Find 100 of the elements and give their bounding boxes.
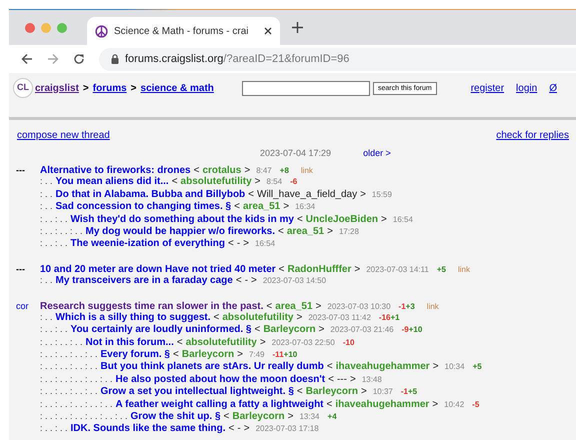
thread-indent: : . . — [40, 274, 53, 287]
post-title-link[interactable]: You certainly are loudly uninformed. § — [70, 324, 252, 337]
vote-score: -16+1 — [378, 312, 400, 324]
thread-indent: : . . — [40, 200, 53, 213]
tab-title: Science & Math - forums - crai — [114, 24, 250, 38]
thread-indent: : . . : . . : . . : . . — [40, 348, 98, 360]
author-bracket: < — [278, 226, 284, 238]
reload-icon[interactable] — [73, 53, 85, 65]
author-bracket: > — [432, 398, 438, 412]
author-bracket: < — [228, 238, 234, 251]
author-bracket: > — [296, 312, 302, 324]
author-bracket: < — [172, 176, 178, 189]
post-title-link[interactable]: Wish they'd do something about the kids in my — [70, 214, 294, 226]
author-bracket: > — [237, 349, 243, 362]
compose-link[interactable]: compose new thread — [17, 128, 110, 143]
thread-indent: : . . — [40, 188, 53, 200]
browser-tab[interactable]: Science & Math - forums - crai — [87, 17, 280, 45]
author-bracket: > — [244, 423, 250, 436]
vote-score: -11+10 — [272, 349, 298, 362]
logo[interactable]: CL — [13, 78, 33, 98]
author-bracket: < — [173, 349, 179, 362]
author-bracket: > — [244, 165, 250, 176]
address-bar[interactable]: forums.craigslist.org/?areaID=21&forumID=96 — [99, 48, 576, 70]
close-window-button[interactable] — [25, 22, 35, 32]
breadcrumb-link[interactable]: craigslist — [35, 80, 79, 96]
thread-indent: : . . : . . : . . — [40, 336, 83, 348]
author-bracket: < — [326, 361, 333, 374]
post-title-link[interactable]: 10 and 20 meter are down Have not tried 40 meter — [40, 264, 276, 276]
post-title-link[interactable]: He also posted about how the moon doesn't — [116, 374, 326, 386]
post-title-link[interactable]: Grow a set you intellectual lightweight. § — [100, 386, 294, 399]
header-link[interactable]: login — [516, 80, 538, 96]
thread-indent: : . . — [40, 310, 53, 324]
vote-score: +5 — [472, 361, 482, 374]
thread-tag-link[interactable]: cor — [16, 300, 29, 311]
thread-indent: : . . : . . : . . : . . : . . — [40, 372, 113, 386]
post-title-link[interactable]: Sad concession to changing times. § — [56, 201, 232, 214]
author-bracket: > — [360, 188, 366, 202]
author-bracket: > — [243, 238, 250, 251]
forward-icon[interactable] — [47, 53, 59, 65]
thread-marker: --- — [16, 264, 25, 274]
post-title-link[interactable]: Grow the shit up. § — [130, 411, 221, 424]
post-title-link[interactable]: A feather weight calling a fatty a lightweight — [116, 398, 324, 412]
author-bracket: > — [288, 411, 294, 424]
post-title-link[interactable]: Which is a silly thing to suggest. — [56, 312, 211, 324]
post-time: 2023-07-03 21:46 — [330, 324, 394, 336]
post-time: 2023-07-03 22:50 — [272, 336, 335, 349]
post-time: 17:28 — [338, 226, 359, 238]
post-time: 13:48 — [362, 374, 382, 386]
vote-score: +4 — [328, 411, 337, 424]
post-title-link[interactable]: You mean aliens did it... — [56, 176, 169, 189]
peace-sign-icon — [95, 24, 108, 38]
post-time: 2023-07-03 14:50 — [262, 275, 326, 288]
header-link[interactable]: register — [470, 80, 504, 96]
author-bracket: < — [266, 300, 272, 312]
close-icon[interactable] — [264, 27, 272, 35]
vote-score: +8 — [280, 165, 289, 177]
author-bracket: < — [254, 324, 260, 337]
author-bracket: < — [328, 374, 334, 386]
new-tab-icon[interactable] — [292, 22, 303, 33]
breadcrumb-separator: > — [130, 82, 137, 96]
post-time: 8:47 — [256, 165, 272, 177]
post-time: 7:49 — [248, 349, 265, 362]
author-name: --- — [336, 374, 347, 386]
thread-indent: : . . : . . — [40, 422, 68, 435]
post-title-link[interactable]: My transceivers are in a faraday cage — [56, 275, 233, 288]
author-bracket: < — [278, 264, 284, 276]
post-title-link[interactable]: But you think planets are stArs. Ur really dumb — [100, 361, 324, 374]
back-icon[interactable] — [21, 53, 33, 65]
post-time: 10:37 — [372, 386, 393, 398]
post-time: 16:34 — [295, 201, 316, 214]
post-title-link[interactable]: Not in this forum... — [86, 336, 174, 350]
older-link[interactable]: older > — [363, 147, 391, 161]
author-bracket: < — [296, 386, 303, 399]
breadcrumb-link[interactable]: science & math — [140, 80, 214, 96]
post-title-link[interactable]: Research suggests time ran slower in the past. — [40, 300, 264, 313]
vote-score: -1+5 — [400, 386, 418, 398]
post-title-link[interactable]: My dog would be happier w/o fireworks. — [86, 226, 275, 238]
search-field[interactable] — [242, 80, 370, 96]
post-time: 16:54 — [255, 238, 276, 250]
post-time: 13:34 — [299, 411, 320, 424]
thread-indent: : . . : . . : . . : . . — [40, 385, 98, 398]
author-bracket: > — [327, 226, 333, 238]
author-bracket: > — [254, 176, 260, 189]
post-title-link[interactable]: Every forum. § — [100, 349, 170, 362]
author-name: Will_have_a_field_day — [257, 188, 358, 202]
check-replies-link[interactable]: check for replies — [496, 128, 569, 143]
author-bracket: < — [176, 336, 183, 350]
author-bracket: > — [283, 201, 290, 214]
post-title-link[interactable]: The weenie-ization of everything — [70, 238, 225, 251]
post-title-link[interactable]: IDK. Sounds like the same thing. — [70, 423, 226, 436]
header-link[interactable]: Ø — [549, 80, 557, 96]
author-bracket: < — [326, 398, 332, 412]
page-date: 2023-07-04 17:29 — [260, 147, 332, 160]
author-bracket: > — [381, 214, 387, 226]
post-title-link[interactable]: Alternative to fireworks: drones — [40, 165, 191, 178]
post-time: 2023-07-03 14:11 — [366, 264, 429, 276]
author-bracket: < — [296, 214, 303, 226]
post-title-link[interactable]: Do that in Alabama. Bubba and Billybob — [56, 188, 246, 202]
breadcrumb-link[interactable]: forums — [92, 80, 127, 96]
vote-score: -1+3 — [398, 300, 415, 313]
